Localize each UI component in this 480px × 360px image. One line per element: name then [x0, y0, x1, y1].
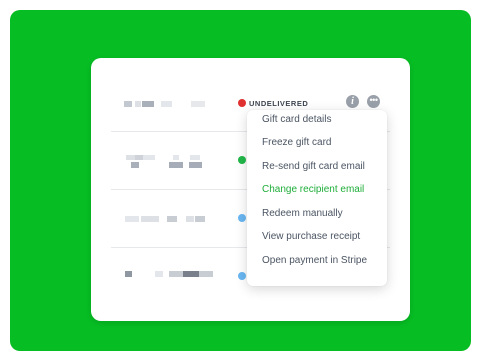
- pending-status-dot: [238, 214, 246, 222]
- undelivered-status-dot: [238, 99, 246, 107]
- app-background: UNDELIVERED i ••• Gift card details Free…: [10, 10, 471, 351]
- delivered-status-dot: [238, 156, 246, 164]
- menu-item-change-recipient-email[interactable]: Change recipient email: [262, 180, 387, 200]
- order-actions-menu: Gift card details Freeze gift card Re-se…: [247, 110, 387, 286]
- menu-item-open-payment-in-stripe[interactable]: Open payment in Stripe: [262, 251, 387, 271]
- menu-item-resend-gift-card-email[interactable]: Re-send gift card email: [262, 157, 387, 177]
- menu-item-gift-card-details[interactable]: Gift card details: [262, 110, 387, 130]
- menu-item-freeze-gift-card[interactable]: Freeze gift card: [262, 133, 387, 153]
- more-options-icon[interactable]: •••: [367, 95, 380, 108]
- menu-item-redeem-manually[interactable]: Redeem manually: [262, 204, 387, 224]
- pending-status-dot: [238, 272, 246, 280]
- info-icon[interactable]: i: [346, 95, 359, 108]
- status-badge: UNDELIVERED: [249, 99, 309, 108]
- menu-item-view-purchase-receipt[interactable]: View purchase receipt: [262, 227, 387, 247]
